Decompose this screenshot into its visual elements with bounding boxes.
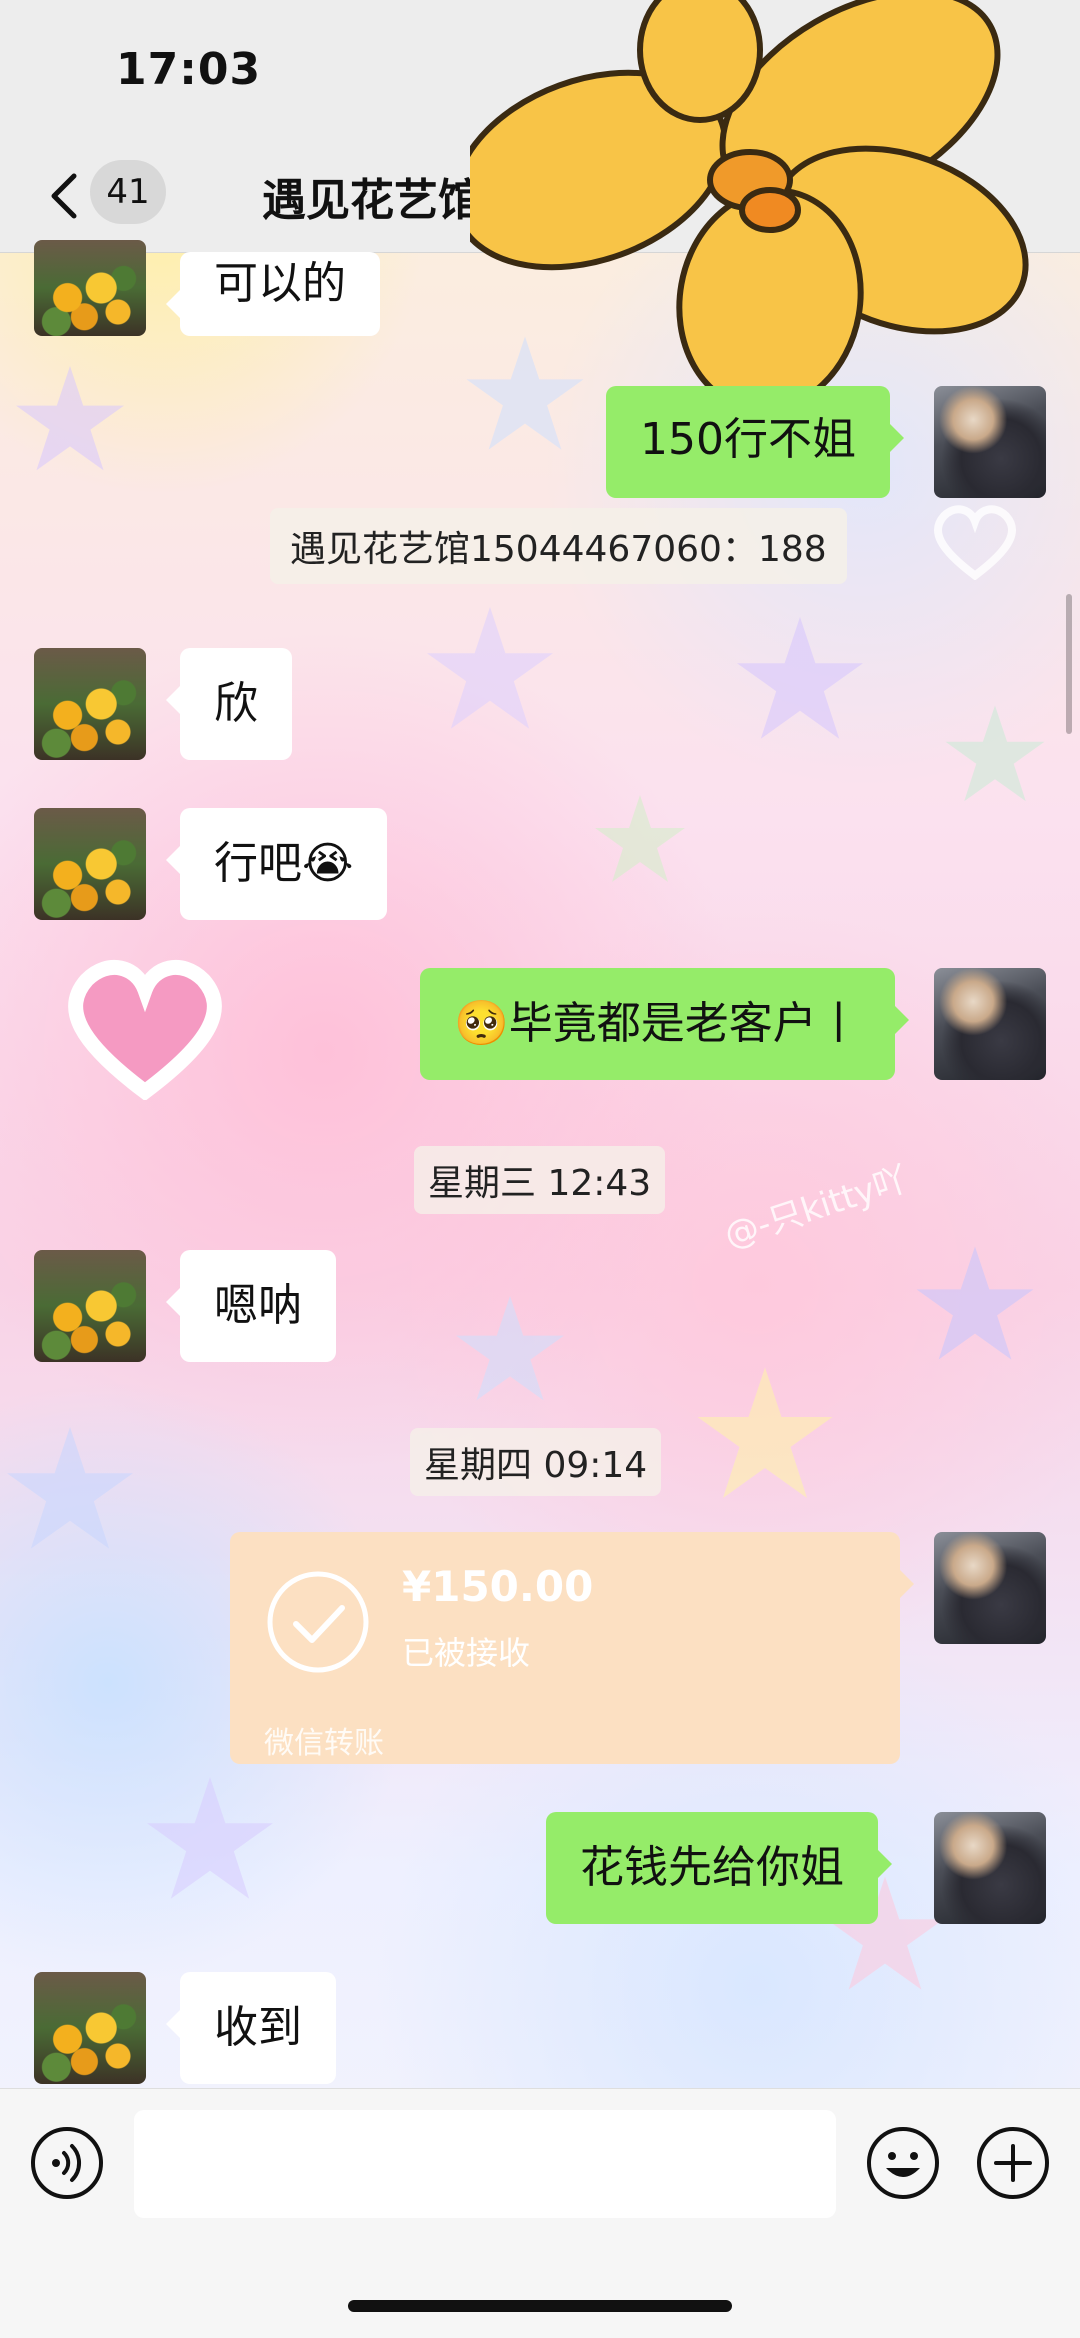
scrollbar[interactable] <box>1066 594 1072 734</box>
message-bubble-outgoing[interactable]: 150行不姐 <box>606 386 904 498</box>
check-circle-icon <box>267 1571 369 1673</box>
heart-decoration <box>934 505 1016 580</box>
contact-avatar[interactable] <box>34 1250 146 1362</box>
contact-avatar[interactable] <box>34 648 146 760</box>
star-decoration <box>697 1367 833 1498</box>
transfer-card[interactable]: ¥150.00 已被接收 微信转账 <box>230 1532 914 1764</box>
system-message: 遇见花艺馆15044467060：188 <box>270 508 847 584</box>
heart-decoration <box>68 959 222 1100</box>
message-input[interactable] <box>134 2110 836 2218</box>
message-bubble-incoming[interactable]: 嗯呐 <box>166 1250 336 1362</box>
timestamp: 星期四 09:14 <box>410 1428 662 1496</box>
star-decoration <box>737 617 863 739</box>
voice-input-icon[interactable] <box>30 2126 104 2200</box>
self-avatar[interactable] <box>934 1812 1046 1924</box>
self-avatar[interactable] <box>934 1532 1046 1644</box>
star-decoration <box>916 1246 1034 1360</box>
back-chevron-icon[interactable] <box>36 166 96 226</box>
transfer-amount: ¥150.00 <box>402 1562 594 1611</box>
self-avatar[interactable] <box>934 386 1046 498</box>
contact-avatar[interactable] <box>34 808 146 920</box>
flower-sticker <box>470 0 1029 410</box>
timestamp: 星期三 12:43 <box>414 1146 666 1214</box>
contact-avatar[interactable] <box>34 1972 146 2084</box>
status-time: 17:03 <box>116 44 262 95</box>
star-decoration <box>16 366 124 471</box>
message-bubble-incoming[interactable]: 欣 <box>166 648 292 760</box>
transfer-footer-label: 微信转账 <box>264 1726 384 1761</box>
message-bubble-outgoing[interactable]: 🥺毕竟都是老客户丨 <box>420 968 909 1080</box>
contact-avatar[interactable] <box>34 240 146 336</box>
message-bubble-incoming[interactable]: 收到 <box>166 1972 336 2084</box>
message-bubble-outgoing[interactable]: 花钱先给你姐 <box>546 1812 892 1924</box>
self-avatar[interactable] <box>934 968 1046 1080</box>
emoji-icon[interactable] <box>866 2126 940 2200</box>
star-decoration <box>945 705 1045 802</box>
message-bubble-incoming[interactable]: 行吧😭 <box>165 808 388 920</box>
star-decoration <box>456 1296 564 1401</box>
home-indicator[interactable] <box>348 2300 732 2312</box>
star-decoration <box>427 607 553 729</box>
plus-icon[interactable] <box>976 2126 1050 2200</box>
star-decoration <box>7 1427 133 1549</box>
unread-count-badge[interactable]: 41 <box>90 160 166 224</box>
chat-title[interactable]: 遇见花艺馆 <box>262 164 482 228</box>
transfer-status: 已被接收 <box>402 1634 531 1672</box>
star-decoration <box>595 795 685 882</box>
star-decoration <box>147 1777 273 1899</box>
message-bubble-incoming[interactable]: 可以的 <box>166 252 380 336</box>
